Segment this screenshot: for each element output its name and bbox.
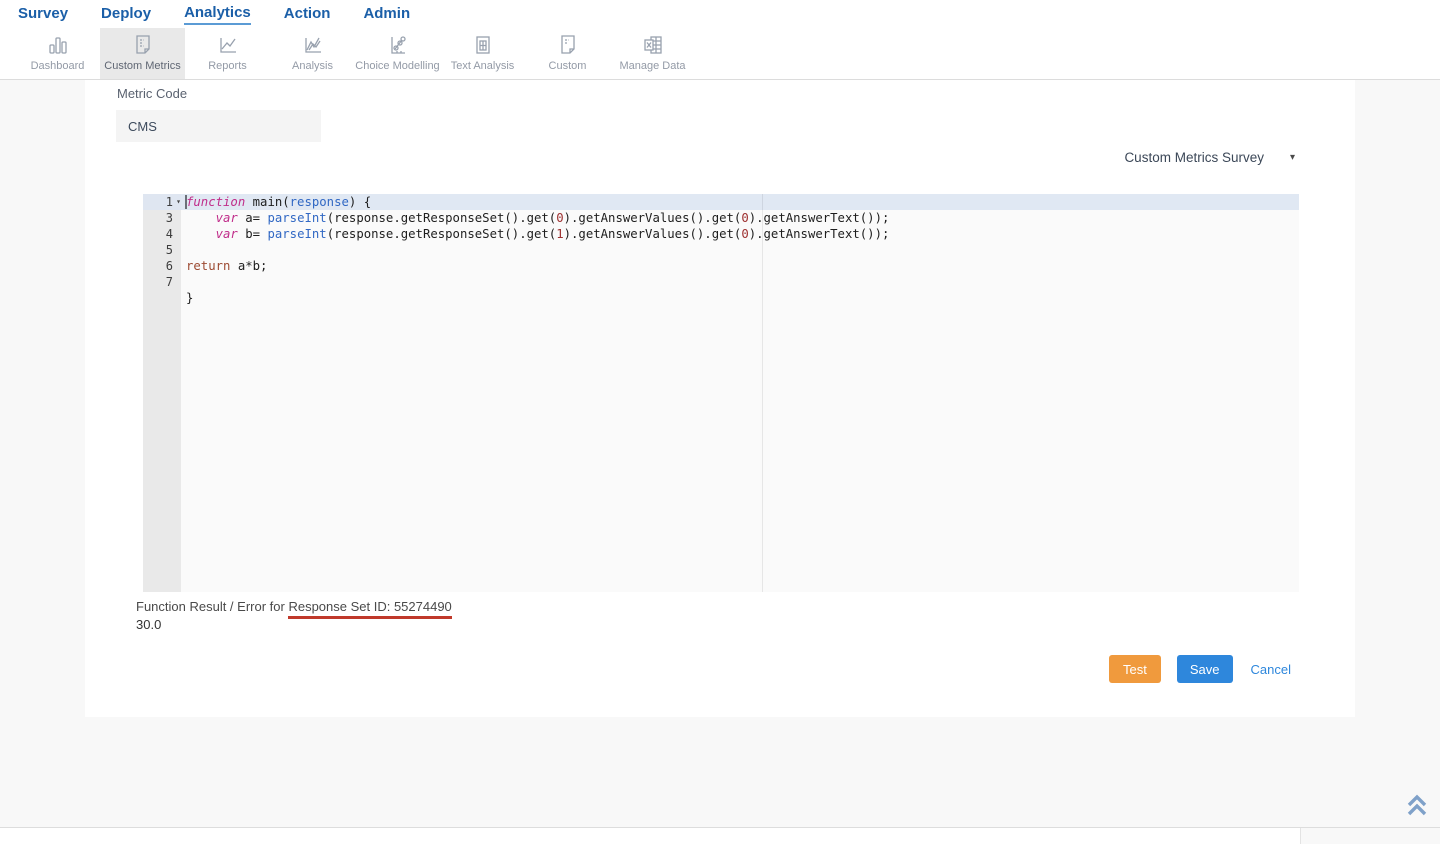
custom-document-icon xyxy=(556,33,580,57)
toolbar-item-custom[interactable]: Custom xyxy=(525,28,610,79)
toolbar-item-label: Dashboard xyxy=(30,60,85,72)
bottom-divider xyxy=(0,827,1440,844)
survey-selector[interactable]: Custom Metrics Survey ▾ xyxy=(1124,148,1295,166)
text-document-icon xyxy=(471,33,495,57)
custom-metric-card: Metric Code Custom Metrics Survey ▾ 1▾3 4… xyxy=(85,80,1355,717)
chevron-down-icon: ▾ xyxy=(1289,151,1295,163)
next-card-edge xyxy=(1300,828,1440,844)
gutter-line-number: 4 xyxy=(165,227,173,241)
gutter-line-number: 3 xyxy=(165,211,173,225)
toolbar-item-label: Manage Data xyxy=(619,60,686,72)
main-region: Metric Code Custom Metrics Survey ▾ 1▾3 4… xyxy=(0,80,1440,844)
trend-chart-icon xyxy=(301,33,325,57)
nav-item-admin[interactable]: Admin xyxy=(363,5,410,23)
function-result-label: Function Result / Error for Response Set… xyxy=(136,599,452,619)
result-label-prefix: Function Result / Error for xyxy=(136,599,289,614)
toolbar-item-analysis[interactable]: Analysis xyxy=(270,28,355,79)
code-rows: function main(response) { var a= parseIn… xyxy=(181,194,1299,306)
nav-item-deploy[interactable]: Deploy xyxy=(101,5,151,23)
gutter-line-number xyxy=(143,290,181,306)
text-cursor xyxy=(185,195,187,209)
scatter-chart-icon xyxy=(386,33,410,57)
primary-nav: Survey Deploy Analytics Action Admin xyxy=(0,0,1440,28)
toolbar-item-label: Custom Metrics xyxy=(104,60,181,72)
metric-code-label: Metric Code xyxy=(117,86,188,101)
code-line: return a*b; xyxy=(186,259,268,273)
nav-item-survey[interactable]: Survey xyxy=(18,5,68,23)
toolbar-item-label: Custom xyxy=(548,60,587,72)
metric-code-input[interactable] xyxy=(116,110,321,142)
toolbar-item-manage-data[interactable]: Manage Data xyxy=(610,28,695,79)
double-chevron-up-icon xyxy=(1407,794,1427,816)
gutter-line-number: 6 xyxy=(165,259,173,273)
cancel-link[interactable]: Cancel xyxy=(1251,662,1291,677)
scroll-to-top-button[interactable] xyxy=(1403,792,1431,820)
toolbar-item-label: Choice Modelling xyxy=(355,60,440,72)
toolbar-item-choice-modelling[interactable]: Choice Modelling xyxy=(355,28,440,79)
code-line: var a= parseInt(response.getResponseSet(… xyxy=(215,211,890,225)
response-set-id: Response Set ID: 55274490 xyxy=(288,599,452,619)
line-chart-icon xyxy=(216,33,240,57)
toolbar-item-custom-metrics[interactable]: Custom Metrics xyxy=(100,28,185,79)
editor-code-area[interactable]: function main(response) { var a= parseIn… xyxy=(181,194,1299,592)
code-line: } xyxy=(186,291,194,305)
toolbar-item-dashboard[interactable]: Dashboard xyxy=(15,28,100,79)
action-buttons: Test Save Cancel xyxy=(1108,655,1291,683)
code-editor: 1 ▾ 3 4 5 6 7 function main(response) { var a=… xyxy=(143,194,1299,592)
code-line: var b= parseInt(response.getResponseSet(… xyxy=(215,227,890,241)
function-result-value: 30.0 xyxy=(136,617,162,632)
toolbar-item-reports[interactable]: Reports xyxy=(185,28,270,79)
toolbar-item-label: Reports xyxy=(208,60,247,72)
save-button[interactable]: Save xyxy=(1176,655,1233,683)
toolbar-item-text-analysis[interactable]: Text Analysis xyxy=(440,28,525,79)
nav-item-analytics[interactable]: Analytics xyxy=(184,4,251,25)
gutter-line-number: 7 xyxy=(165,275,173,289)
analytics-toolbar: Dashboard Custom Metrics Reports Analysis Ch… xyxy=(0,28,1440,80)
metrics-document-icon xyxy=(131,33,155,57)
gutter-line-number: 1 ▾ xyxy=(143,194,181,210)
bar-chart-icon xyxy=(46,33,70,57)
toolbar-item-label: Analysis xyxy=(292,60,333,72)
gutter-line-number: 5 xyxy=(165,243,173,257)
excel-spreadsheet-icon xyxy=(641,33,665,57)
nav-item-action[interactable]: Action xyxy=(284,5,331,23)
toolbar-item-label: Text Analysis xyxy=(450,60,515,72)
editor-gutter: 1 ▾ 3 4 5 6 7 xyxy=(143,194,181,592)
code-line: function main(response) { xyxy=(186,195,372,209)
test-button[interactable]: Test xyxy=(1108,655,1161,683)
survey-selector-value: Custom Metrics Survey xyxy=(1124,149,1264,165)
